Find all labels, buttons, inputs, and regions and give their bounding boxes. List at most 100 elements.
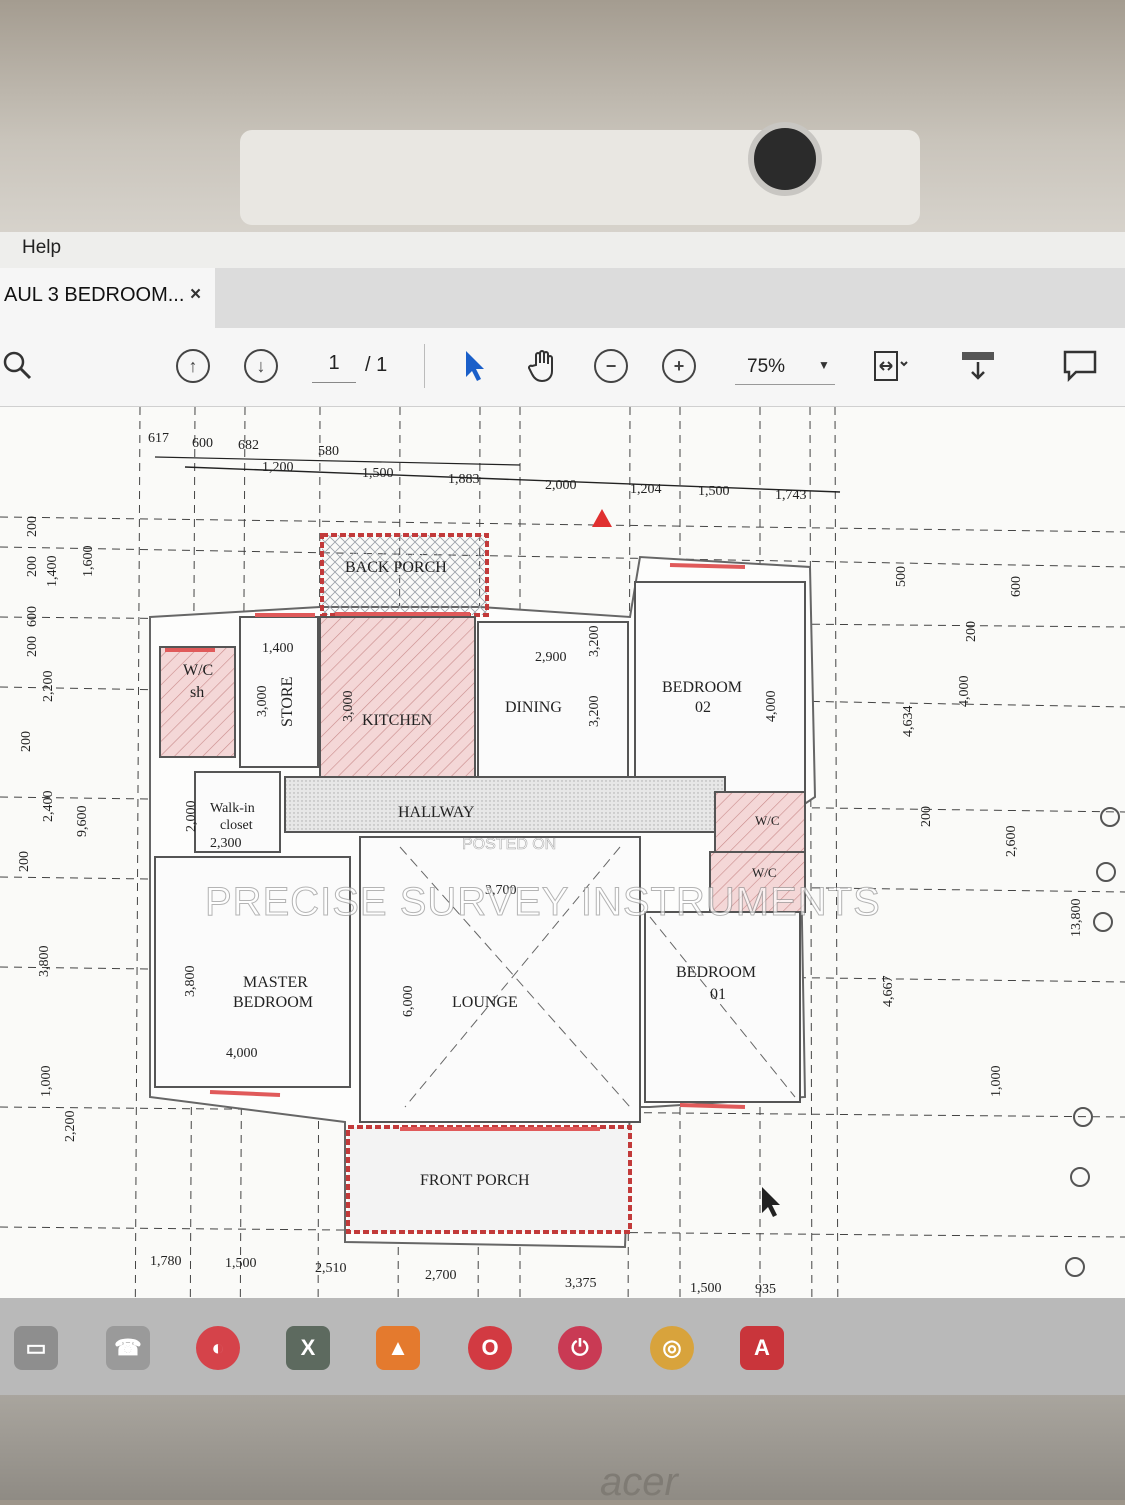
dim-left-label: 600 [25,606,40,627]
search-icon[interactable] [0,348,36,384]
dim-right-label: 200 [964,621,979,642]
laptop-screen: Help AUL 3 BEDROOM... × ↑ ↓ 1 / 1 − + 75… [0,232,1125,1362]
opera-icon[interactable]: O [468,1326,512,1370]
label-wc-3: W/C [752,865,777,880]
page-total: / 1 [365,354,388,376]
dim-right-label: 4,667 [881,976,896,1008]
fit-page-icon[interactable] [872,348,908,384]
label-wc: W/C [183,662,213,679]
dim-right-label: 2,600 [1004,826,1019,858]
zoom-in-icon[interactable]: + [661,348,697,384]
label-bedroom-02: BEDROOM [662,679,742,696]
vlc-icon[interactable]: ▲ [376,1326,420,1370]
section-marker-icon [592,509,612,527]
power-icon[interactable]: ⏻ [558,1326,602,1370]
dim-left-label: 200 [17,851,32,872]
document-tab[interactable]: AUL 3 BEDROOM... × [0,268,215,328]
left-dimensions: 2002006002001,400 1,6002002,2002,400 9,600… [17,516,96,1142]
page-up-icon[interactable]: ↑ [175,348,211,384]
bottom-dimensions: 1,780 1,500 2,510 2,700 3,375 1,500 935 [150,1254,776,1297]
grid-bubbles [1065,807,1120,1277]
watermark-text: PRECISE SURVEY INSTRUMENTS [205,880,881,925]
taskbar: ▭ ☎ ◐ X ▲ O ⏻ ◎ A [0,1298,1125,1398]
label-kitchen: KITCHEN [362,712,433,729]
dim-left-label: 200 [25,516,40,537]
dim-top-label: 1,204 [630,482,662,497]
dim-left-label: 9,600 [75,806,90,838]
phone-icon[interactable]: ☎ [106,1326,150,1370]
file-explorer-icon[interactable]: ▭ [14,1326,58,1370]
label-master-bedroom: BEDROOM [233,994,313,1011]
dim-bottom-label: 935 [755,1282,776,1297]
label-wc-2: W/C [755,813,780,828]
page-down-icon[interactable]: ↓ [243,348,279,384]
dim-bottom-label: 1,780 [150,1254,182,1269]
dim-inner-label: 3,000 [341,691,356,723]
label-back-porch: BACK PORCH [345,559,447,576]
dim-right-label: 600 [1009,576,1024,597]
chrome-icon[interactable]: ◎ [650,1326,694,1370]
label-walk-in: Walk-in [210,801,255,816]
hand-icon[interactable] [525,348,561,384]
dim-left-label: 1,400 [45,556,60,588]
dim-right-label: 200 [919,806,934,827]
dim-inner-label: 3,800 [183,966,198,998]
dim-bottom-label: 1,500 [225,1256,257,1271]
label-lounge: LOUNGE [452,994,518,1011]
dim-top-label: 600 [192,436,213,451]
document-tab-title: AUL 3 BEDROOM... [4,284,185,306]
label-dining: DINING [505,699,562,716]
dim-bottom-label: 1,500 [690,1281,722,1296]
dim-right-label: 13,800 [1069,899,1084,938]
menu-help[interactable]: Help [22,237,61,259]
dim-top-label: 682 [238,438,259,453]
label-bedroom-01-number: 01 [710,986,726,1003]
dim-top-label: 1,200 [262,460,294,475]
hallway-area [284,776,726,833]
dim-left-label: 200 [19,731,34,752]
tab-bar: AUL 3 BEDROOM... × [0,268,1125,328]
scroll-mode-icon[interactable] [960,348,996,384]
dim-inner-label: 3,200 [587,626,602,658]
comment-icon[interactable] [1062,348,1098,384]
dim-bottom-label: 2,700 [425,1268,457,1283]
top-dimensions: 617 600 682 580 1,200 1,500 1,883 2,000 1,204 1,5… [148,431,807,503]
dim-left-label: 2,400 [41,791,56,823]
dim-top-label: 1,500 [698,484,730,499]
dim-left-label: 1,600 [81,546,96,578]
dim-left-label: 2,200 [41,671,56,703]
label-store: STORE [279,677,296,727]
excel-icon[interactable]: X [286,1326,330,1370]
label-master: MASTER [243,974,308,991]
dim-left-label: 200 [25,636,40,657]
dim-left-label: 200 [25,556,40,577]
label-hallway: HALLWAY [398,804,475,821]
dim-top-label: 1,500 [362,466,394,481]
dim-inner-label: 2,000 [184,801,199,833]
select-arrow-icon[interactable] [457,348,493,384]
dim-right-label: 500 [894,566,909,587]
dim-inner-label: 2,300 [210,836,242,851]
zoom-out-icon[interactable]: − [593,348,629,384]
dim-top-label: 580 [318,444,339,459]
close-icon[interactable]: × [190,284,201,306]
label-bedroom-02-number: 02 [695,699,711,716]
paint-icon[interactable]: ◐ [196,1326,240,1370]
dim-left-label: 3,800 [37,946,52,978]
chevron-down-icon[interactable]: ▼ [818,358,830,372]
dim-left-label: 2,200 [63,1111,78,1143]
webcam-icon [748,122,822,196]
dim-inner-label: 2,900 [535,650,567,665]
laptop-brand-logo: acer [600,1460,678,1504]
label-closet: closet [220,818,253,833]
toolbar-divider [424,344,425,388]
label-bedroom-01: BEDROOM [676,964,756,981]
dim-inner-label: 4,000 [226,1046,258,1061]
menu-bar: Help [0,232,1125,269]
laptop-bezel-bottom [0,1395,1125,1500]
mouse-cursor-icon [762,1187,780,1217]
dim-right-label: 4,634 [901,706,916,738]
acrobat-icon[interactable]: A [740,1326,784,1370]
dim-inner-label: 4,000 [764,691,779,723]
page-number-input[interactable]: 1 [312,352,356,383]
